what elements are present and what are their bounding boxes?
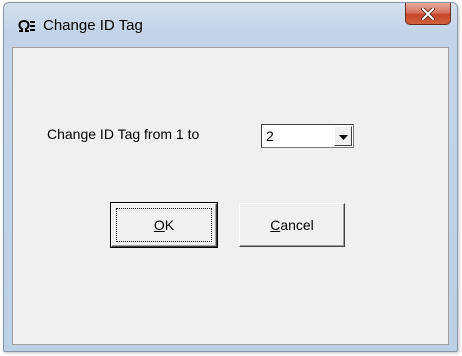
ok-button[interactable]: OK bbox=[110, 202, 218, 248]
close-icon bbox=[421, 7, 435, 20]
prompt-label: Change ID Tag from 1 to bbox=[47, 126, 200, 142]
close-button[interactable] bbox=[405, 3, 451, 25]
title-bar[interactable]: Change ID Tag bbox=[4, 3, 457, 47]
omega-e-logo-icon bbox=[18, 19, 36, 32]
focus-rectangle bbox=[116, 208, 212, 242]
cancel-button-label: Cancel bbox=[270, 217, 314, 233]
window-title: Change ID Tag bbox=[43, 17, 143, 34]
combo-selected-value: 2 bbox=[266, 128, 274, 144]
dropdown-arrow-icon bbox=[338, 127, 348, 145]
dialog-client-area: Change ID Tag from 1 to 2 OK Cancel bbox=[12, 47, 449, 345]
combo-dropdown-button[interactable] bbox=[334, 126, 352, 146]
dialog-window: Change ID Tag Change ID Tag from 1 to 2 … bbox=[3, 2, 458, 352]
id-tag-combobox[interactable]: 2 bbox=[261, 124, 354, 148]
cancel-button[interactable]: Cancel bbox=[239, 203, 345, 247]
